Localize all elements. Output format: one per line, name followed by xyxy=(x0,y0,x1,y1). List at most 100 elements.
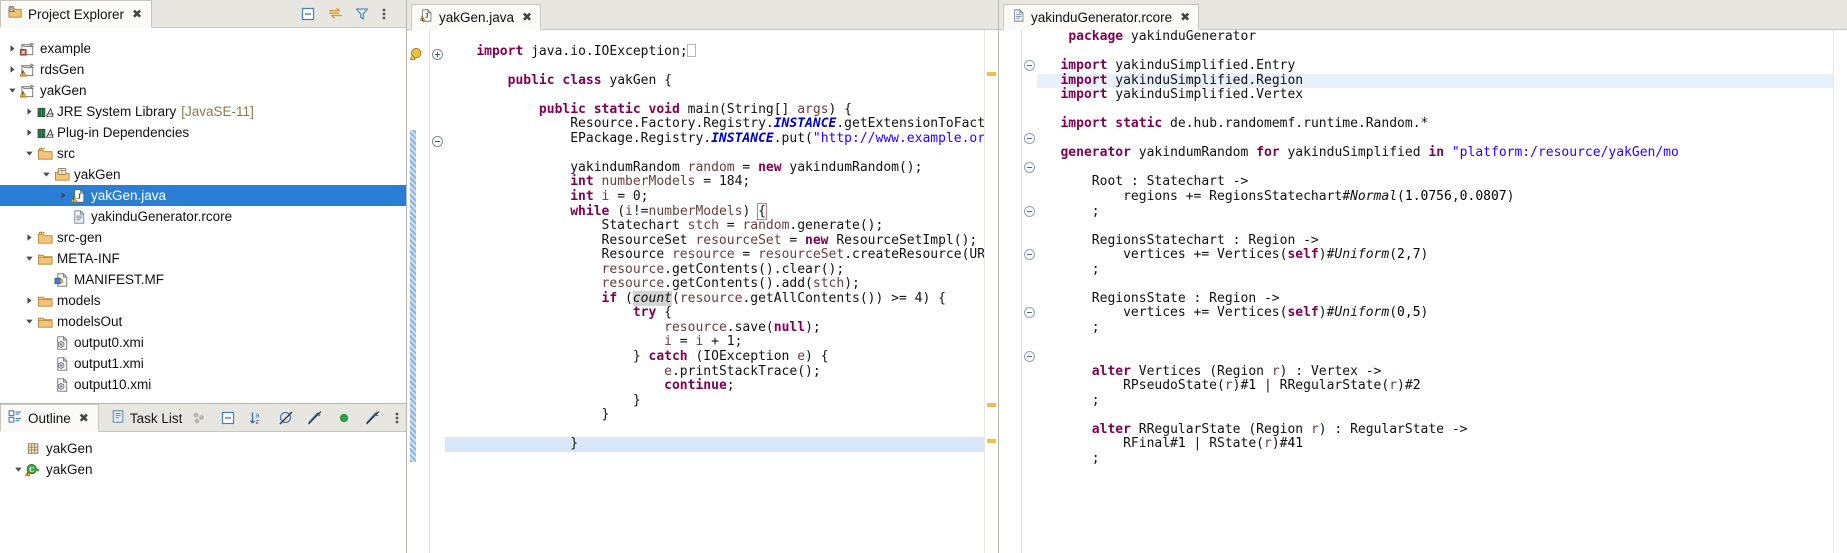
chevron-right-icon[interactable] xyxy=(57,191,70,200)
overview-warning-mark[interactable] xyxy=(987,72,996,76)
fold-collapse-icon[interactable] xyxy=(1023,161,1036,174)
tree-item-plug-in-dependencies[interactable]: Plug-in Dependencies xyxy=(0,122,406,143)
overview-occurrence-mark[interactable] xyxy=(987,439,996,443)
rcore-code-text[interactable]: package yakinduGenerator import yakinduS… xyxy=(1037,30,1833,553)
code-line: public static void main(String[] args) { xyxy=(538,101,853,117)
tree-item-src[interactable]: src xyxy=(0,143,406,164)
close-icon[interactable]: ✖ xyxy=(522,10,532,24)
rcore-annotation-ruler[interactable] xyxy=(999,30,1021,553)
tab-project-explorer-label: Project Explorer xyxy=(28,6,125,22)
fold-expand-icon[interactable] xyxy=(431,48,444,61)
code-line: int numberModels = 184; xyxy=(570,174,751,190)
rcore-overview-ruler[interactable] xyxy=(1833,30,1847,553)
code-line: RPseudoState(r)#1 | RRegularState(r)#2 xyxy=(1037,378,1421,394)
tree-item-rdsgen[interactable]: ! rdsGen xyxy=(0,59,406,80)
chevron-down-icon[interactable] xyxy=(23,149,36,158)
manifest-icon xyxy=(53,272,71,288)
hide-static-icon[interactable]: s xyxy=(307,410,323,426)
java-overview-ruler[interactable] xyxy=(984,30,998,553)
fold-collapse-icon[interactable] xyxy=(1023,306,1036,319)
collapse-all-icon[interactable] xyxy=(300,6,316,22)
java-folding-ruler[interactable] xyxy=(429,30,445,553)
java-code-text[interactable]: import java.io.IOException; public class… xyxy=(445,30,984,553)
chevron-right-icon[interactable] xyxy=(23,233,36,242)
tab-task-list[interactable]: Task List xyxy=(99,404,192,432)
close-icon[interactable]: ✖ xyxy=(79,411,89,425)
group-icon[interactable] xyxy=(191,410,207,426)
code-line: package yakinduGenerator xyxy=(1068,30,1257,44)
outline-tree[interactable]: yakGen C! yakGen xyxy=(0,432,406,553)
svg-text:!: ! xyxy=(21,92,23,98)
tree-item-example[interactable]: example xyxy=(0,38,406,59)
chevron-right-icon[interactable] xyxy=(6,65,19,74)
tree-item-yakgen[interactable]: ! yakGen xyxy=(0,80,406,101)
chevron-down-icon[interactable] xyxy=(6,86,19,95)
editor-tab-label: yakinduGenerator.rcore xyxy=(1031,9,1173,25)
tree-item-yakgen-java[interactable]: J! yakGen.java xyxy=(0,185,406,206)
link-with-editor-icon[interactable] xyxy=(327,6,343,22)
sort-az-icon[interactable]: a z xyxy=(249,410,265,426)
code-line: Resource resource = resourceSet.createRe… xyxy=(445,247,984,263)
chevron-down-icon[interactable] xyxy=(12,465,25,474)
svg-text:s: s xyxy=(318,412,321,418)
hide-local-icon[interactable]: L xyxy=(365,410,381,426)
tree-item-jre-system-library[interactable]: JRE System Library [JavaSE-11] xyxy=(0,101,406,122)
chevron-down-icon[interactable] xyxy=(23,317,36,326)
java-annotation-ruler[interactable] xyxy=(407,30,429,553)
editor-tab-yakgen-java[interactable]: J ! yakGen.java ✖ xyxy=(411,4,542,30)
fold-collapse-icon[interactable] xyxy=(1023,132,1036,145)
view-menu-icon[interactable] xyxy=(381,6,397,22)
code-line: vertices += Vertices(self)#Uniform(2,7) xyxy=(1037,247,1429,263)
tree-item-meta-inf[interactable]: META-INF xyxy=(0,248,406,269)
tree-item-modelsout[interactable]: modelsOut xyxy=(0,311,406,332)
java-editor-area[interactable]: import java.io.IOException; public class… xyxy=(407,30,998,553)
tree-item-label: example xyxy=(40,41,92,56)
tree-item-output0-xmi[interactable]: output0.xmi xyxy=(0,332,406,353)
chevron-down-icon[interactable] xyxy=(40,170,53,179)
tab-outline[interactable]: Outline ✖ xyxy=(0,404,99,432)
chevron-right-icon[interactable] xyxy=(23,128,36,137)
chevron-right-icon[interactable] xyxy=(23,296,36,305)
code-line: public class yakGen { xyxy=(507,72,672,88)
tree-item-src-gen[interactable]: src-gen xyxy=(0,227,406,248)
overview-occurrence-mark[interactable] xyxy=(987,403,996,407)
chevron-right-icon[interactable] xyxy=(23,107,36,116)
fold-collapse-icon[interactable] xyxy=(1023,350,1036,363)
chevron-right-icon[interactable] xyxy=(6,44,19,53)
java-file-warning-icon: J ! xyxy=(419,8,434,26)
project-explorer-tree[interactable]: example! rdsGen! yakGen JRE System Library[… xyxy=(0,28,406,403)
tree-item-manifest-mf[interactable]: MANIFEST.MF xyxy=(0,269,406,290)
fold-collapse-icon[interactable] xyxy=(1023,248,1036,261)
fold-collapse-icon[interactable] xyxy=(431,135,444,148)
tree-item-models[interactable]: models xyxy=(0,290,406,311)
fold-collapse-icon[interactable] xyxy=(1023,205,1036,218)
chevron-down-icon[interactable] xyxy=(23,254,36,263)
hide-fields-icon[interactable] xyxy=(278,410,294,426)
hide-nonpublic-icon[interactable] xyxy=(336,410,352,426)
collapse-all-icon[interactable] xyxy=(220,410,236,426)
rcore-editor-area[interactable]: package yakinduGenerator import yakinduS… xyxy=(999,30,1847,553)
code-line: alter Vertices (Region r) : Vertex -> xyxy=(1091,363,1382,379)
editor-tab-yakindugenerator-rcore[interactable]: yakinduGenerator.rcore ✖ xyxy=(1003,4,1200,30)
tree-item-yakgen[interactable]: C! yakGen xyxy=(0,459,406,480)
folder-icon xyxy=(36,314,54,330)
tree-item-output1-xmi[interactable]: output1.xmi xyxy=(0,353,406,374)
tree-item-yakgen[interactable]: yakGen xyxy=(0,438,406,459)
code-line: Resource.Factory.Registry.INSTANCE.getEx… xyxy=(445,116,984,132)
fold-collapse-icon[interactable] xyxy=(1023,59,1036,72)
view-menu-filter-icon[interactable] xyxy=(354,6,370,22)
close-icon[interactable]: ✖ xyxy=(1180,10,1190,24)
project-warning-icon: ! xyxy=(19,62,37,78)
code-line: vertices += Vertices(self)#Uniform(0,5) xyxy=(1037,305,1429,321)
warning-marker-icon[interactable] xyxy=(409,47,424,61)
tree-item-output10-xmi[interactable]: output10.xmi xyxy=(0,374,406,395)
code-line: ResourceSet resourceSet = new ResourceSe… xyxy=(445,232,978,248)
tab-project-explorer[interactable]: Project Explorer ✖ xyxy=(0,0,153,28)
code-line: i = i + 1; xyxy=(664,334,743,350)
rcore-folding-ruler[interactable] xyxy=(1021,30,1037,553)
tree-item-yakindugenerator-rcore[interactable]: yakinduGenerator.rcore xyxy=(0,206,406,227)
close-icon[interactable]: ✖ xyxy=(132,7,142,21)
tree-item-yakgen[interactable]: yakGen xyxy=(0,164,406,185)
